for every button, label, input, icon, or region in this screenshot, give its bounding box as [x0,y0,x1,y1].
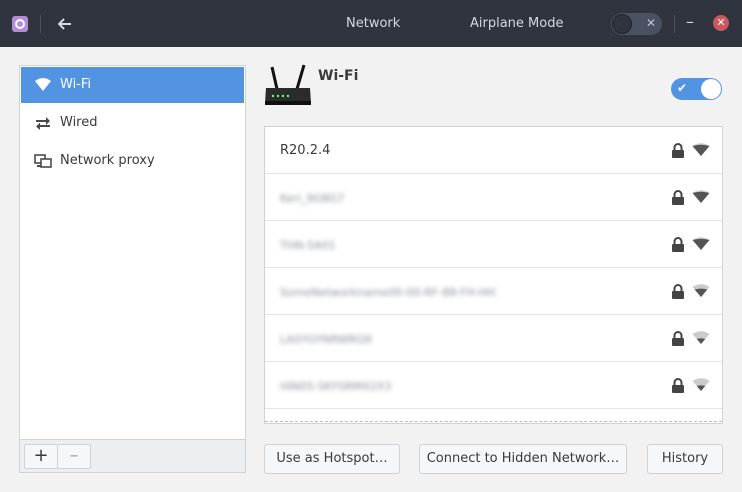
sidebar-footer: + – [20,439,245,472]
network-ssid: LASYGYNRWRQ9 [280,333,372,346]
network-row[interactable]: R20.2.4 [265,127,722,174]
signal-strength-icon [692,378,710,391]
lock-icon [672,143,684,158]
airplane-mode-toggle[interactable]: ✕ [611,13,662,35]
lock-icon [672,190,684,205]
signal-strength-icon [692,237,710,250]
connect-hidden-network-button[interactable]: Connect to Hidden Network… [419,444,627,474]
add-connection-button[interactable]: + [24,444,58,469]
network-ssid: R20.2.4 [280,143,331,158]
signal-strength-icon [692,331,710,344]
signal-strength-icon [692,284,710,297]
network-ssid: SomeNetworkname00-00-RF-88-FH-HH [280,286,496,299]
check-icon: ✔ [677,81,688,95]
network-row[interactable]: LASYGYNRWRQ9 [265,315,722,362]
lock-icon [672,331,684,346]
network-row[interactable]: SomeNetworkname00-00-RF-88-FH-HH [265,268,722,315]
sidebar-item-label: Network proxy [60,153,155,168]
off-x-icon: ✕ [646,16,657,30]
back-arrow-icon [58,18,71,30]
airplane-mode-label: Airplane Mode [470,16,564,31]
network-row[interactable]: THN-5A01 [265,221,722,268]
header-separator [40,15,41,33]
history-button[interactable]: History [647,444,723,474]
toggle-knob [701,79,721,99]
close-button[interactable]: ✕ [713,15,729,31]
router-icon [265,64,311,105]
list-scroll-edge [265,421,722,422]
minimize-button[interactable]: – [686,12,694,31]
signal-strength-icon [692,143,710,156]
use-as-hotspot-button[interactable]: Use as Hotspot… [264,444,400,474]
lock-icon [672,378,684,393]
network-ssid: THN-5A01 [280,239,336,252]
wifi-icon [35,78,51,91]
network-ssid: Keri_9G8G7 [280,192,345,205]
proxy-icon [34,154,52,168]
header-separator [674,15,675,33]
sidebar-item-wifi[interactable]: Wi-Fi [21,67,244,103]
network-list: R20.2.4 Keri_9G8G7 THN-5A01 SomeNetworkname… [264,126,723,424]
network-row[interactable]: HIN05-SKYSRMX2X3 [265,362,722,409]
page-title: Network [346,16,401,31]
signal-strength-icon [692,190,710,203]
sidebar-item-label: Wi-Fi [60,77,92,92]
app-icon [12,16,28,32]
remove-connection-button[interactable]: – [57,444,91,469]
wired-icon [36,117,50,130]
wifi-enable-toggle[interactable]: ✔ [671,78,722,100]
sidebar-item-network-proxy[interactable]: Network proxy [21,143,244,179]
back-button[interactable] [52,11,78,37]
lock-icon [672,237,684,252]
sidebar-item-wired[interactable]: Wired [21,105,244,141]
toggle-knob [612,14,632,34]
network-row[interactable]: Keri_9G8G7 [265,174,722,221]
sidebar-item-label: Wired [60,115,98,130]
sidebar: Wi-Fi Wired Network proxy + – [19,65,246,473]
wifi-section-title: Wi-Fi [318,68,359,84]
header-bar: Network Airplane Mode ✕ – ✕ [0,0,742,47]
network-ssid: HIN05-SKYSRMX2X3 [280,380,392,393]
lock-icon [672,284,684,299]
